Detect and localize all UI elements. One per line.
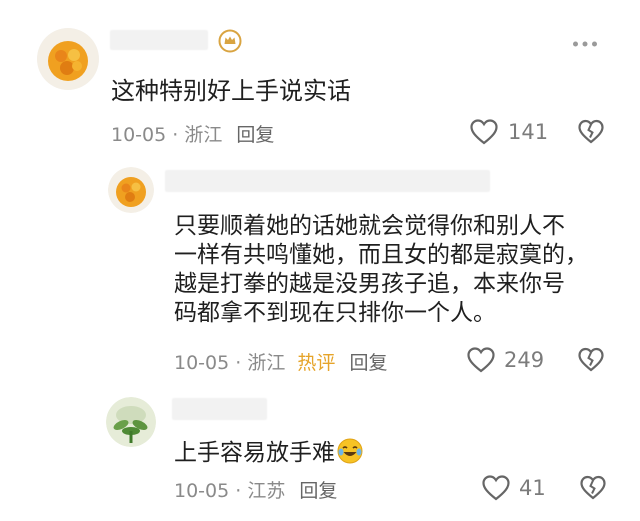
meta-separator: ·: [235, 480, 242, 502]
avatar[interactable]: [37, 28, 99, 90]
crown-badge-icon: [218, 29, 242, 53]
avatar[interactable]: [108, 167, 154, 213]
comment-location: 江苏: [247, 480, 286, 502]
comment-meta: 10-05 · 浙江 热评 回复: [174, 348, 388, 375]
comment-date: 10-05: [174, 480, 230, 502]
reply-button[interactable]: 回复: [299, 480, 337, 502]
avatar[interactable]: [106, 397, 156, 447]
comment-text-content: 上手容易放手难: [174, 440, 335, 466]
comment-location: 浙江: [184, 124, 223, 146]
like-count: 41: [519, 476, 546, 500]
username-redacted[interactable]: [165, 170, 490, 192]
comment-text-line: 只要顺着她的话她就会觉得你和别人不: [174, 213, 565, 239]
dislike-broken-heart-icon[interactable]: [577, 118, 605, 146]
comment-text-line: 越是打拳的越是没男孩子追，本来你号: [174, 271, 565, 297]
meta-separator: ·: [172, 124, 179, 146]
dislike-broken-heart-icon[interactable]: [577, 346, 605, 374]
like-heart-icon[interactable]: [481, 474, 511, 502]
laughing-crying-emoji: [337, 438, 363, 473]
more-options-icon[interactable]: [572, 34, 598, 47]
comment-meta: 10-05 · 江苏 回复: [174, 476, 337, 503]
reply-button[interactable]: 回复: [349, 352, 387, 374]
comment-location: 浙江: [247, 352, 286, 374]
comment-text: 这种特别好上手说实话: [111, 77, 351, 105]
like-heart-icon[interactable]: [466, 346, 496, 374]
comment-text-line: 一样有共鸣懂她，而且女的都是寂寞的，: [174, 242, 588, 268]
comment-text: 上手容易放手难: [174, 437, 363, 473]
like-count: 141: [508, 120, 549, 144]
comment-date: 10-05: [111, 124, 167, 146]
comment-text-line: 码都拿不到现在只排你一个人。: [174, 300, 496, 326]
like-heart-icon[interactable]: [469, 118, 499, 146]
meta-separator: ·: [235, 352, 242, 374]
comment-text: 只要顺着她的话她就会觉得你和别人不 一样有共鸣懂她，而且女的都是寂寞的， 越是打…: [174, 212, 588, 328]
hot-comment-badge: 热评: [297, 352, 336, 374]
username-redacted[interactable]: [172, 398, 267, 420]
reply-button[interactable]: 回复: [236, 124, 274, 146]
username-redacted[interactable]: [110, 30, 208, 50]
comment-meta: 10-05 · 浙江 回复: [111, 120, 274, 147]
comment-date: 10-05: [174, 352, 230, 374]
dislike-broken-heart-icon[interactable]: [579, 474, 607, 502]
like-count: 249: [504, 348, 545, 372]
